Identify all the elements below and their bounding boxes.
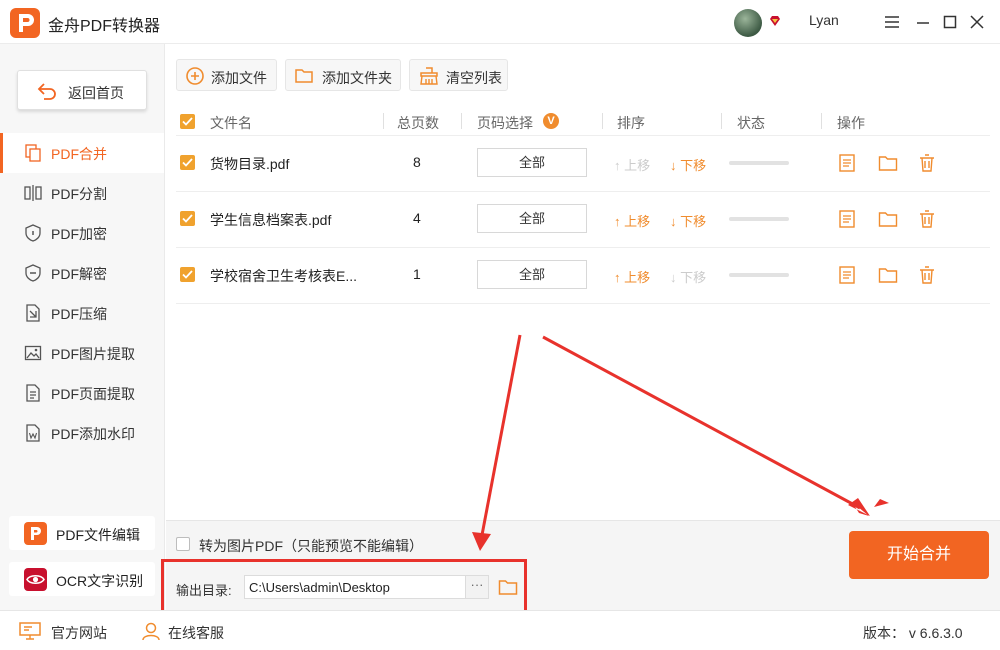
row-pages: 4 <box>413 210 421 226</box>
row-page-select-input[interactable]: 全部 <box>477 148 587 177</box>
annotation-arrow-line <box>480 334 522 536</box>
pdf-edit-card[interactable]: PDF文件编辑 <box>9 516 155 550</box>
compress-icon <box>26 304 40 322</box>
add-circle-icon <box>186 67 204 85</box>
row-detail-icon[interactable] <box>838 153 856 176</box>
row-open-folder-icon[interactable] <box>878 265 898 288</box>
pdf-edit-icon <box>24 522 47 545</box>
sidebar-item-pdf-merge[interactable]: PDF合并 <box>0 133 164 173</box>
sidebar: 返回首页 PDF合并 PDF分割 PDF加密 PDF解密 PDF压缩 PDF图片… <box>0 44 165 610</box>
select-all-checkbox[interactable] <box>180 114 195 129</box>
header-divider <box>721 113 722 129</box>
sidebar-item-pdf-page-extract[interactable]: PDF页面提取 <box>0 373 164 413</box>
header-status: 状态 <box>737 115 765 131</box>
header-sort: 排序 <box>617 115 645 131</box>
row-move-down-button[interactable]: ↓ 下移 <box>670 211 706 230</box>
row-delete-icon[interactable] <box>918 209 936 232</box>
back-arrow-icon <box>37 83 56 100</box>
support-agent-icon <box>140 621 162 644</box>
maximize-icon[interactable] <box>940 12 960 32</box>
row-filename: 货物目录.pdf <box>210 156 290 172</box>
start-merge-button[interactable]: 开始合并 <box>849 531 989 579</box>
header-divider <box>461 113 462 129</box>
back-home-button[interactable]: 返回首页 <box>17 70 147 110</box>
annotation-arrow-line <box>542 335 861 510</box>
row-move-up-button[interactable]: ↑ 上移 <box>614 267 650 286</box>
shield-lock-icon <box>25 224 41 242</box>
row-checkbox[interactable] <box>180 211 195 226</box>
close-icon[interactable] <box>967 12 987 32</box>
row-status-progress <box>729 161 789 165</box>
app-title: 金舟PDF转换器 <box>48 18 161 35</box>
broom-icon <box>420 67 438 85</box>
header-filename: 文件名 <box>210 115 252 131</box>
add-folder-button[interactable]: 添加文件夹 <box>285 59 401 91</box>
row-pages: 1 <box>413 266 421 282</box>
sidebar-item-pdf-decrypt[interactable]: PDF解密 <box>0 253 164 293</box>
monitor-icon <box>18 621 42 644</box>
row-open-folder-icon[interactable] <box>878 209 898 232</box>
username[interactable]: Lyan <box>809 12 839 28</box>
to-image-pdf-label: 转为图片PDF（只能预览不能编辑） <box>199 538 423 554</box>
footer: 官方网站 在线客服 版本： v 6.6.3.0 <box>0 610 1000 650</box>
row-filename: 学生信息档案表.pdf <box>210 212 332 228</box>
header-pages: 总页数 <box>397 115 439 131</box>
vip-gem-icon[interactable] <box>768 14 782 31</box>
header-divider <box>602 113 603 129</box>
image-icon <box>24 345 42 361</box>
row-checkbox[interactable] <box>180 155 195 170</box>
row-status-progress <box>729 217 789 221</box>
ocr-card[interactable]: OCR文字识别 <box>9 562 155 596</box>
split-icon <box>24 185 42 201</box>
watermark-icon <box>26 424 40 442</box>
row-move-down-button[interactable]: ↓ 下移 <box>670 155 706 174</box>
row-status-progress <box>729 273 789 277</box>
to-image-pdf-checkbox[interactable] <box>176 537 190 551</box>
header-actions: 操作 <box>837 115 865 131</box>
annotation-arrowhead <box>874 499 889 507</box>
back-home-label: 返回首页 <box>68 85 124 101</box>
row-move-up-button[interactable]: ↑ 上移 <box>614 155 650 174</box>
row-pages: 8 <box>413 154 421 170</box>
sidebar-item-pdf-image-extract[interactable]: PDF图片提取 <box>0 333 164 373</box>
output-dir-highlight-box <box>161 559 527 616</box>
sidebar-item-pdf-watermark[interactable]: PDF添加水印 <box>0 413 164 453</box>
page-icon <box>26 384 40 402</box>
minimize-icon[interactable] <box>913 12 933 32</box>
header-page-select: 页码选择 <box>477 115 533 131</box>
row-detail-icon[interactable] <box>838 265 856 288</box>
clear-list-button[interactable]: 清空列表 <box>409 59 508 91</box>
row-open-folder-icon[interactable] <box>878 153 898 176</box>
header-divider <box>821 113 822 129</box>
sidebar-item-pdf-split[interactable]: PDF分割 <box>0 173 164 213</box>
annotation-arrowhead <box>848 498 870 516</box>
row-checkbox[interactable] <box>180 267 195 282</box>
user-avatar[interactable] <box>734 9 762 37</box>
row-delete-icon[interactable] <box>918 265 936 288</box>
row-move-down-button[interactable]: ↓ 下移 <box>670 267 706 286</box>
row-page-select-input[interactable]: 全部 <box>477 204 587 233</box>
version-label: 版本： v 6.6.3.0 <box>863 625 963 641</box>
header-divider <box>383 113 384 129</box>
shield-unlock-icon <box>25 264 41 282</box>
page-select-badge-icon[interactable]: V <box>543 113 559 129</box>
app-logo-icon <box>10 8 40 38</box>
sidebar-item-pdf-compress[interactable]: PDF压缩 <box>0 293 164 333</box>
add-file-button[interactable]: 添加文件 <box>176 59 277 91</box>
row-move-up-button[interactable]: ↑ 上移 <box>614 211 650 230</box>
online-support-link[interactable]: 在线客服 <box>168 623 224 643</box>
row-detail-icon[interactable] <box>838 209 856 232</box>
official-website-link[interactable]: 官方网站 <box>51 623 107 643</box>
merge-icon <box>25 144 41 162</box>
row-delete-icon[interactable] <box>918 153 936 176</box>
title-bar: 金舟PDF转换器 Lyan <box>0 0 1000 44</box>
row-filename: 学校宿舍卫生考核表E... <box>210 268 358 284</box>
folder-icon <box>295 69 313 83</box>
row-page-select-input[interactable]: 全部 <box>477 260 587 289</box>
sidebar-item-pdf-encrypt[interactable]: PDF加密 <box>0 213 164 253</box>
menu-icon[interactable] <box>882 12 902 32</box>
ocr-eye-icon <box>24 568 47 591</box>
